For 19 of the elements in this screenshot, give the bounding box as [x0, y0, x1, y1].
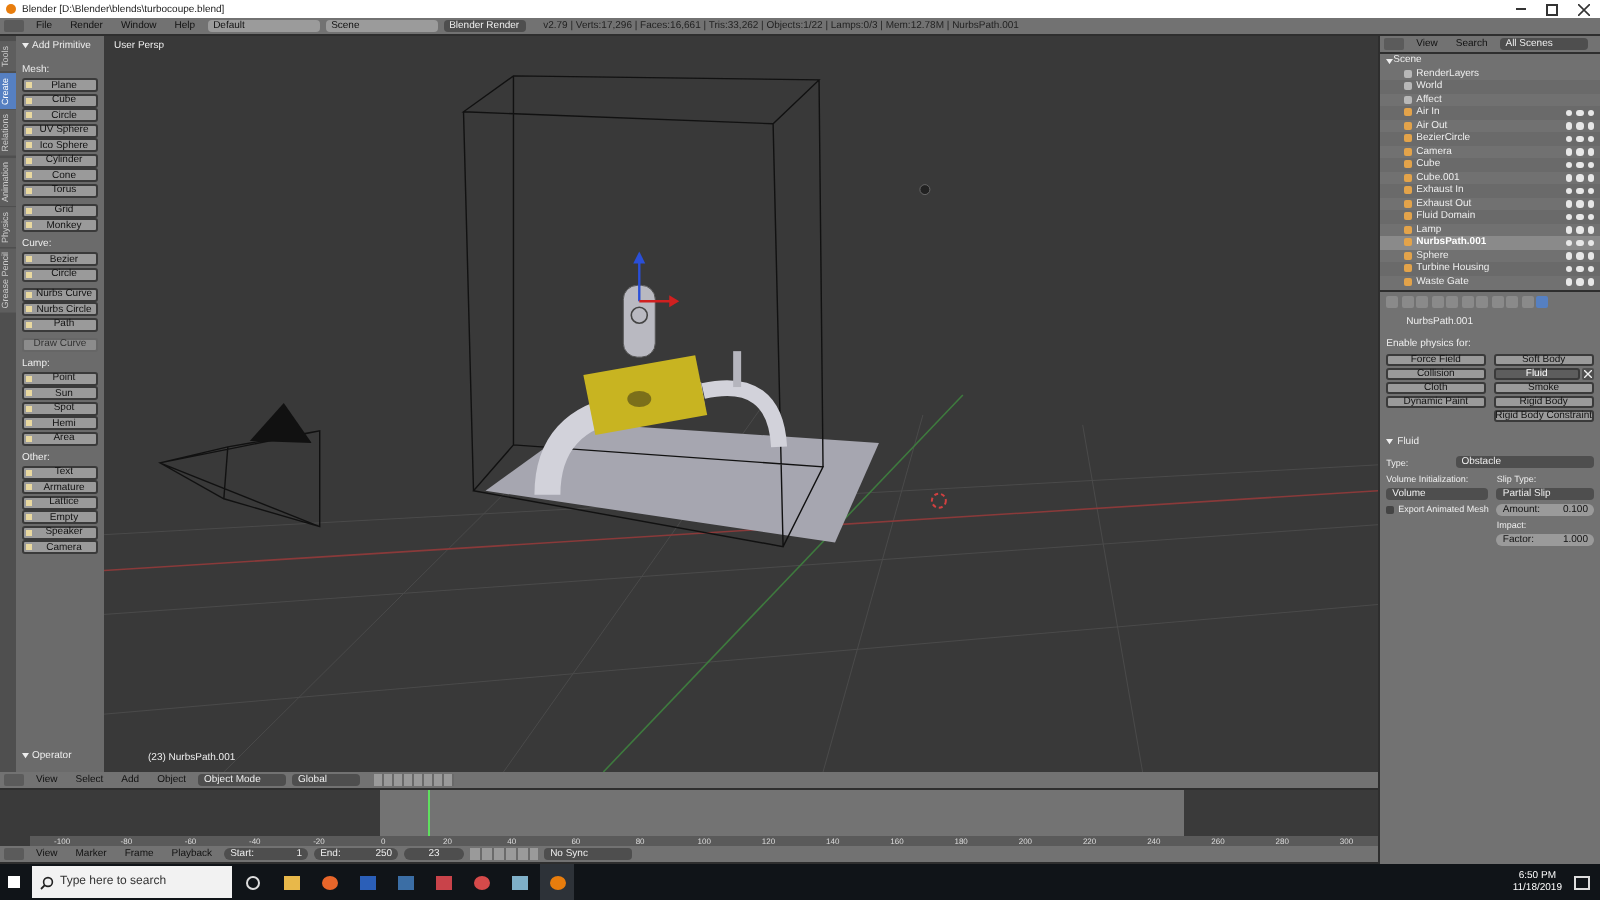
lamp-icon — [919, 184, 931, 196]
blender-logo-icon — [6, 4, 16, 14]
expand-icon[interactable] — [1386, 438, 1394, 446]
blender-app-icon[interactable] — [540, 864, 574, 900]
expand-icon[interactable] — [22, 752, 29, 760]
visibility-icons[interactable] — [1565, 252, 1600, 259]
remove-icon[interactable] — [1582, 368, 1594, 380]
visibility-icons[interactable] — [1565, 174, 1600, 181]
expand-icon[interactable] — [22, 42, 29, 50]
checkbox[interactable] — [1386, 505, 1395, 513]
visibility-icons[interactable] — [1565, 122, 1600, 129]
visibility-icons[interactable] — [1565, 148, 1600, 155]
cylinder-object-drawing — [622, 251, 680, 358]
visibility-icons[interactable] — [1565, 226, 1600, 233]
notification-icon[interactable] — [1574, 875, 1590, 889]
visibility-icons[interactable] — [1565, 278, 1600, 285]
visibility-icons[interactable] — [1565, 200, 1600, 207]
search-icon — [40, 875, 54, 889]
3d-cursor-icon[interactable] — [930, 492, 947, 509]
